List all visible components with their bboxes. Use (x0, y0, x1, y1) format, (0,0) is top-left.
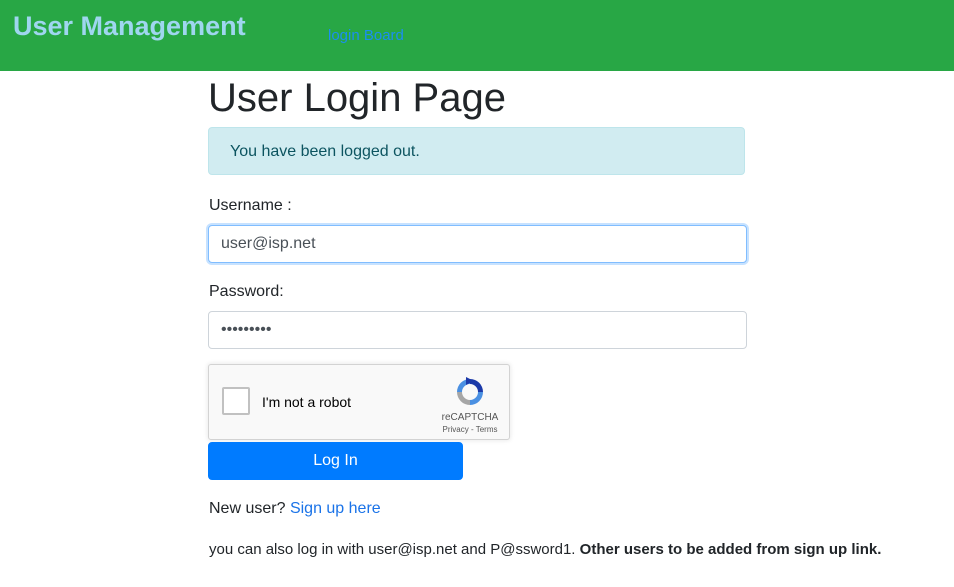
recaptcha-terms-line: Privacy - Terms (433, 425, 507, 434)
signup-link[interactable]: Sign up here (290, 500, 381, 517)
navbar-brand[interactable]: User Management (13, 11, 246, 42)
login-button[interactable]: Log In (208, 442, 463, 480)
credentials-hint: you can also log in with user@isp.net an… (209, 541, 881, 558)
credentials-hint-text: you can also log in with user@isp.net an… (209, 541, 576, 558)
recaptcha-logo-icon (457, 377, 483, 405)
recaptcha-separator: - (468, 425, 476, 434)
username-input[interactable] (208, 225, 747, 263)
password-input[interactable] (208, 311, 747, 349)
recaptcha-privacy-link[interactable]: Privacy (443, 425, 469, 434)
signup-prompt: New user? (209, 500, 286, 517)
recaptcha-checkbox[interactable] (222, 387, 250, 415)
recaptcha-terms-link[interactable]: Terms (476, 425, 498, 434)
credentials-hint-bold: Other users to be added from sign up lin… (579, 541, 882, 558)
recaptcha-label: I'm not a robot (262, 394, 352, 410)
recaptcha-brand: reCAPTCHA (441, 412, 499, 423)
login-board-link[interactable]: login Board (328, 27, 404, 44)
top-navbar: User Management login Board (0, 0, 954, 71)
username-label: Username : (209, 197, 292, 214)
recaptcha-widget: I'm not a robot reCAPTCHA Privacy - Term… (208, 364, 510, 440)
page-title: User Login Page (208, 76, 506, 120)
signup-line: New user? Sign up here (209, 500, 381, 518)
password-label: Password: (209, 283, 284, 300)
logout-alert: You have been logged out. (208, 127, 745, 175)
